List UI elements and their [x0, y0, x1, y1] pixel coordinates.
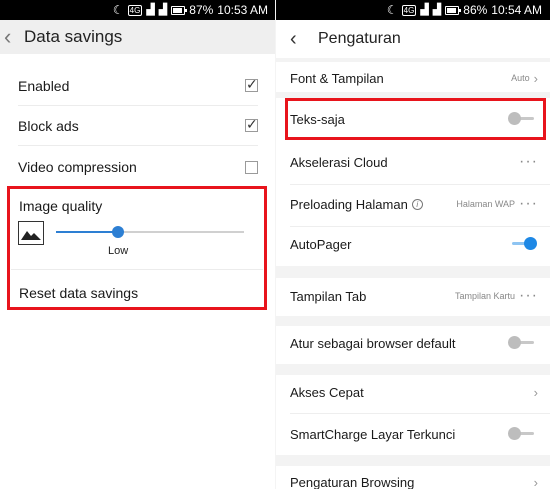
block-ads-row[interactable]: Block ads — [18, 106, 258, 146]
default-browser-toggle[interactable] — [508, 335, 538, 351]
autopager-row[interactable]: AutoPager — [290, 229, 538, 259]
clock: 10:53 AM — [217, 3, 268, 17]
clock: 10:54 AM — [491, 3, 542, 17]
akses-cepat-row[interactable]: Akses Cepat › — [290, 377, 538, 407]
signal-icon: ▟ — [146, 3, 155, 16]
preloading-halaman-value: Halaman WAP — [456, 199, 516, 209]
do-not-disturb-icon: ☾ — [386, 3, 398, 17]
battery-icon — [171, 5, 188, 15]
divider — [290, 226, 550, 227]
pengaturan-browsing-label: Pengaturan Browsing — [290, 474, 415, 489]
signal-icon-2: ▟ — [432, 3, 442, 16]
chevron-right-icon: › — [533, 474, 538, 489]
section-gap — [276, 58, 550, 62]
do-not-disturb-icon: ☾ — [112, 3, 124, 17]
more-dots-icon[interactable]: ··· — [519, 288, 538, 304]
video-compression-label: Video compression — [18, 159, 137, 175]
enabled-label: Enabled — [18, 77, 70, 94]
chevron-right-icon: › — [533, 384, 538, 400]
info-icon[interactable]: i — [411, 198, 423, 210]
video-compression-row[interactable]: Video compression — [18, 147, 258, 187]
section-gap — [276, 455, 550, 466]
signal-icon: ▟ — [420, 3, 429, 16]
data-savings-screen: ☾ 4G ▟ ▟ 87% 10:53 AM ‹ Data savings Ena… — [0, 0, 276, 489]
video-compression-checkbox[interactable] — [245, 160, 258, 174]
font-tampilan-row[interactable]: Font & Tampilan Auto › — [290, 64, 538, 92]
page-title: Data savings — [24, 27, 123, 46]
preloading-halaman-row[interactable]: Preloading Halaman i Halaman WAP ··· — [290, 189, 538, 219]
tampilan-tab-label: Tampilan Tab — [290, 288, 367, 304]
section-gap — [276, 316, 550, 326]
more-dots-icon[interactable]: ··· — [519, 196, 538, 212]
section-gap — [276, 266, 550, 278]
smartcharge-toggle[interactable] — [508, 426, 538, 442]
block-ads-label: Block ads — [18, 117, 79, 134]
tampilan-tab-value: Tampilan Kartu — [454, 291, 516, 301]
network-badge: 4G — [401, 4, 417, 16]
divider — [290, 413, 550, 414]
signal-icon-2: ▟ — [158, 3, 168, 16]
autopager-label: AutoPager — [290, 236, 352, 252]
highlight-box — [7, 186, 267, 310]
divider — [290, 184, 550, 185]
back-arrow-icon[interactable]: ‹ — [290, 28, 318, 51]
page-title: Pengaturan — [318, 30, 401, 47]
smartcharge-row[interactable]: SmartCharge Layar Terkunci — [290, 419, 538, 449]
akselerasi-cloud-label: Akselerasi Cloud — [290, 154, 388, 170]
default-browser-row[interactable]: Atur sebagai browser default — [290, 328, 538, 358]
preloading-halaman-label: Preloading Halaman — [290, 196, 408, 212]
autopager-toggle[interactable] — [508, 236, 538, 252]
akselerasi-cloud-row[interactable]: Akselerasi Cloud ··· — [290, 147, 538, 177]
pengaturan-browsing-row[interactable]: Pengaturan Browsing › — [290, 467, 538, 489]
section-gap — [276, 364, 550, 375]
network-badge: 4G — [127, 4, 143, 16]
app-bar: ‹ Data savings — [0, 20, 276, 54]
highlight-box — [285, 98, 546, 140]
enabled-row[interactable]: Enabled — [18, 66, 258, 106]
more-dots-icon[interactable]: ··· — [519, 154, 538, 170]
pengaturan-screen: ☾ 4G ▟ ▟ 86% 10:54 AM ‹ Pengaturan Font … — [276, 0, 550, 489]
battery-percent: 86% — [463, 3, 488, 17]
app-bar: ‹ Pengaturan — [276, 20, 550, 58]
smartcharge-label: SmartCharge Layar Terkunci — [290, 426, 456, 442]
akses-cepat-label: Akses Cepat — [290, 384, 364, 400]
default-browser-label: Atur sebagai browser default — [290, 335, 456, 351]
font-tampilan-value: Auto — [511, 73, 530, 83]
block-ads-checkbox[interactable] — [245, 116, 258, 133]
back-chevron-icon[interactable]: ‹ — [4, 26, 22, 48]
battery-icon — [445, 5, 462, 15]
battery-percent: 87% — [189, 3, 214, 17]
enabled-checkbox[interactable] — [245, 76, 258, 93]
status-bar: ☾ 4G ▟ ▟ 86% 10:54 AM — [276, 0, 550, 20]
chevron-right-icon: › — [533, 70, 538, 86]
status-bar: ☾ 4G ▟ ▟ 87% 10:53 AM — [0, 0, 276, 20]
tampilan-tab-row[interactable]: Tampilan Tab Tampilan Kartu ··· — [290, 281, 538, 311]
font-tampilan-label: Font & Tampilan — [290, 70, 384, 86]
